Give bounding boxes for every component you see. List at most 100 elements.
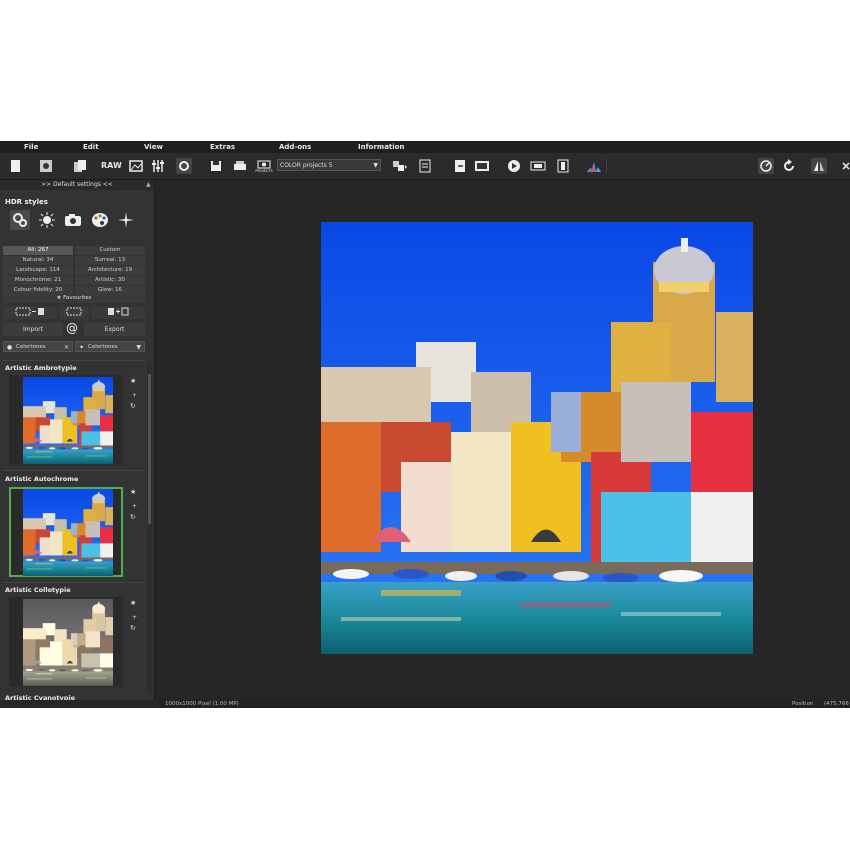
refresh-icon[interactable]: ↻ <box>130 624 136 632</box>
style-sparkle-icon[interactable] <box>116 210 136 230</box>
hdr-styles-title: HDR styles <box>5 198 48 206</box>
category-all[interactable]: All: 267 <box>3 246 73 255</box>
upload-icon[interactable] <box>530 158 546 174</box>
preset-preview-collotypie <box>23 599 113 686</box>
main-image-preview <box>321 222 753 654</box>
position-label: Position <box>792 701 814 707</box>
new-file-icon[interactable] <box>8 158 24 174</box>
preset-title-partial: Artistic Cyanotypie <box>5 694 76 700</box>
batch-icon[interactable] <box>418 158 434 174</box>
clear-icon[interactable]: ✕ <box>64 342 69 353</box>
preset-title-collotypie: Artistic Collotypie <box>5 586 71 594</box>
favourite-star-icon[interactable]: ★ <box>130 488 136 496</box>
filter-search-field[interactable]: ● Colortones ✕ <box>3 341 73 352</box>
image-size-info: 1000x1000 Pixel (1.00 MP) <box>165 701 239 707</box>
app-window: File Edit View Extras Add-ons Informatio… <box>0 141 850 708</box>
preset-title-autochrome: Artistic Autochrome <box>5 475 79 483</box>
menu-file[interactable]: File <box>24 141 38 153</box>
category-monochrome[interactable]: Monochrome: 21 <box>3 276 73 285</box>
category-landscape[interactable]: Landscape: 114 <box>3 266 73 275</box>
sliders-icon[interactable] <box>150 158 166 174</box>
preset-divider <box>3 470 145 471</box>
position-value: (475,766 <box>824 701 849 707</box>
favourites-label: Favourites <box>63 295 92 301</box>
preset-preview-ambrotypie <box>23 377 113 464</box>
filter-icon: ✦ <box>79 344 85 351</box>
grid-to-file-icon <box>15 307 44 316</box>
projects-icon[interactable]: PROJECTS <box>255 158 273 174</box>
category-natural[interactable]: Natural: 34 <box>3 256 73 265</box>
image-canvas[interactable] <box>160 180 850 698</box>
export-button[interactable]: Export <box>84 323 145 336</box>
style-gears-icon[interactable] <box>10 210 30 230</box>
compare-split-icon[interactable] <box>811 158 827 174</box>
category-surreal[interactable]: Surreal: 13 <box>75 256 145 265</box>
project-select[interactable]: COLOR projects 5 ▼ <box>277 159 381 171</box>
style-camera-icon[interactable] <box>63 210 83 230</box>
online-presets-button[interactable]: @ <box>66 321 78 335</box>
toolbar-divider <box>606 159 607 173</box>
scrollbar-thumb[interactable] <box>148 374 151 524</box>
slideshow-icon[interactable] <box>474 158 490 174</box>
panel-scrollbar[interactable] <box>147 364 152 694</box>
preset-thumbnail-autochrome[interactable] <box>9 487 123 577</box>
style-palette-icon[interactable] <box>90 210 110 230</box>
filter-right-value: Colortones <box>88 344 118 350</box>
preset-divider <box>3 360 145 361</box>
favourite-star-icon[interactable]: ★ <box>130 599 136 607</box>
project-select-value: COLOR projects 5 <box>280 162 333 169</box>
menu-information[interactable]: Information <box>358 141 404 153</box>
hdr-styles-panel: >> Default settings << ▲ HDR styles All:… <box>0 180 155 700</box>
preset-preview-autochrome <box>23 489 113 576</box>
image-compare-icon[interactable] <box>128 158 144 174</box>
histogram-icon[interactable] <box>586 158 602 174</box>
export-file-icon[interactable] <box>452 158 468 174</box>
add-preset-icon <box>108 307 129 316</box>
favourites-button[interactable]: ★ Favourites <box>3 294 145 303</box>
save-icon[interactable] <box>208 158 224 174</box>
menu-view[interactable]: View <box>144 141 163 153</box>
play-icon[interactable] <box>506 158 522 174</box>
chevron-down-icon: ▼ <box>373 162 378 169</box>
print-icon[interactable] <box>232 158 248 174</box>
more-icon[interactable] <box>838 158 850 174</box>
category-custom[interactable]: Custom <box>75 246 145 255</box>
open-image-icon[interactable] <box>38 158 54 174</box>
menu-edit[interactable]: Edit <box>83 141 99 153</box>
filter-left-value: Colortones <box>16 344 46 350</box>
import-button[interactable]: Import <box>3 323 63 336</box>
add-icon[interactable]: + <box>132 614 137 621</box>
info-panel-icon[interactable] <box>555 158 571 174</box>
status-bar: 1000x1000 Pixel (1.00 MP) Position (475,… <box>160 700 850 708</box>
speedometer-icon[interactable] <box>758 158 774 174</box>
export-menu-icon[interactable] <box>392 158 408 174</box>
chevron-down-icon: ▼ <box>136 344 141 351</box>
panel-pin-icon[interactable]: ▲ <box>146 181 151 188</box>
settings-gear-icon[interactable] <box>176 158 192 174</box>
redo-icon[interactable] <box>781 158 797 174</box>
grid-save-icon <box>66 307 82 316</box>
raw-button[interactable]: RAW <box>101 161 122 170</box>
filter-select[interactable]: ✦ Colortones ▼ <box>75 341 145 352</box>
open-series-icon[interactable] <box>72 158 88 174</box>
add-preset-button[interactable] <box>91 307 145 319</box>
refresh-icon[interactable]: ↻ <box>130 402 136 410</box>
preset-thumbnail-collotypie[interactable] <box>9 597 123 687</box>
category-artistic[interactable]: Artistic: 30 <box>75 276 145 285</box>
preset-thumbnail-ambrotypie[interactable] <box>9 375 123 465</box>
style-sun-icon[interactable] <box>37 210 57 230</box>
add-icon[interactable]: + <box>132 392 137 399</box>
category-architecture[interactable]: Architecture: 19 <box>75 266 145 275</box>
menu-bar: File Edit View Extras Add-ons Informatio… <box>0 141 850 153</box>
menu-add-ons[interactable]: Add-ons <box>279 141 311 153</box>
menu-extras[interactable]: Extras <box>210 141 235 153</box>
add-icon[interactable]: + <box>132 503 137 510</box>
toolbar: RAW PROJECTS COLOR projects 5 ▼ <box>0 153 850 180</box>
grid-save-button[interactable] <box>59 307 89 319</box>
refresh-icon[interactable]: ↻ <box>130 513 136 521</box>
preset-title-ambrotypie: Artistic Ambrotypie <box>5 364 77 372</box>
preset-divider <box>3 582 145 583</box>
default-settings-button[interactable]: >> Default settings << <box>0 180 154 190</box>
preset-to-file-button[interactable] <box>3 307 57 319</box>
favourite-star-icon[interactable]: ★ <box>130 377 136 385</box>
